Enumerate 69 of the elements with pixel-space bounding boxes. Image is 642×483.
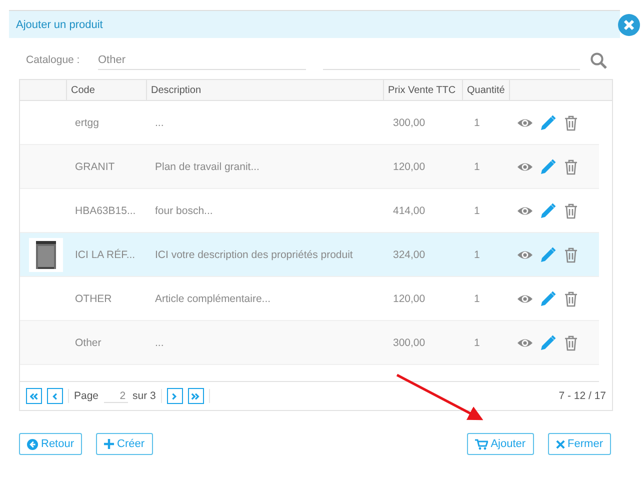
dialog-title: Ajouter un produit — [16, 18, 103, 30]
price-cell-text: 300,00 — [392, 336, 426, 348]
pencil-icon[interactable] — [540, 290, 556, 306]
double-chevron-left-icon — [30, 392, 38, 400]
quantity-cell-text: 1 — [473, 204, 481, 216]
double-chevron-right-icon — [191, 392, 200, 400]
pencil-icon[interactable] — [540, 334, 556, 350]
code-cell-text: Other — [74, 336, 102, 348]
page-input[interactable]: 2 — [104, 390, 128, 402]
next-page-button[interactable] — [166, 388, 183, 404]
chevron-right-icon — [170, 392, 180, 400]
pencil-icon[interactable] — [540, 158, 556, 174]
column-header: Quantité — [462, 80, 509, 100]
code-cell-text: GRANIT — [74, 160, 116, 172]
quantity-cell-text: 1 — [473, 292, 481, 304]
quantity-cell-text: 1 — [473, 336, 481, 348]
code-cell-text: HBA63B15... — [74, 204, 137, 216]
page-label: Page — [74, 390, 99, 402]
page-count: sur 3 — [132, 390, 156, 402]
price-cell-text: 120,00 — [392, 160, 426, 172]
price-cell-text: 120,00 — [392, 292, 426, 304]
column-header: Description — [146, 80, 383, 100]
trash-icon[interactable] — [563, 290, 579, 306]
quantity-cell-text: 1 — [473, 248, 481, 260]
pencil-icon[interactable] — [540, 114, 556, 130]
back-arrow-icon — [27, 438, 38, 450]
table-row[interactable]: GRANIT Plan de travail granit... 120,00 1 — [20, 145, 599, 189]
chevron-left-icon — [50, 392, 60, 400]
trash-icon[interactable] — [563, 202, 579, 218]
close-button[interactable] — [618, 14, 640, 36]
column-header: Code — [66, 80, 146, 100]
catalogue-label: Catalogue : — [26, 54, 81, 66]
previous-page-button[interactable] — [47, 388, 63, 404]
description-cell-text: four bosch... — [154, 204, 214, 216]
description-cell-text: ... — [154, 336, 165, 348]
trash-icon[interactable] — [563, 114, 579, 130]
catalogue-field[interactable]: Other — [98, 50, 306, 70]
trash-icon[interactable] — [563, 334, 579, 350]
price-cell-text: 414,00 — [392, 204, 426, 216]
pencil-icon[interactable] — [540, 246, 556, 262]
create-button[interactable]: Créer — [96, 433, 153, 455]
cart-icon — [474, 438, 488, 450]
code-cell-text: ertgg — [74, 116, 100, 128]
description-cell-text: ... — [154, 116, 165, 128]
quantity-cell-text: 1 — [473, 116, 481, 128]
code-cell-text: OTHER — [74, 292, 113, 304]
table-row[interactable]: ICI LA RÉF... ICI votre description des propriétés produit 324,00 1 — [20, 233, 599, 277]
price-cell-text: 300,00 — [392, 116, 426, 128]
first-page-button[interactable] — [26, 388, 42, 404]
description-cell-text: Article complémentaire... — [154, 292, 272, 304]
close-icon — [623, 19, 635, 31]
price-cell-text: 324,00 — [392, 248, 426, 260]
description-cell-text: Plan de travail granit... — [154, 160, 260, 172]
record-range: 7 - 12 / 17 — [558, 390, 606, 402]
close-icon — [556, 440, 565, 448]
add-button[interactable]: Ajouter — [466, 433, 534, 455]
search-icon[interactable] — [590, 52, 607, 68]
last-page-button[interactable] — [188, 388, 204, 404]
back-button[interactable]: Retour — [19, 433, 82, 455]
column-header: Prix Vente TTC — [383, 80, 462, 100]
close-button[interactable]: Fermer — [548, 433, 611, 455]
description-cell-text: ICI votre description des propriétés produit — [154, 248, 354, 260]
quantity-cell-text: 1 — [473, 160, 481, 172]
table-row[interactable]: Other ... 300,00 1 — [20, 321, 599, 365]
plus-icon — [104, 439, 114, 449]
pencil-icon[interactable] — [540, 202, 556, 218]
code-cell-text: ICI LA RÉF... — [74, 248, 136, 260]
trash-icon[interactable] — [563, 158, 579, 174]
trash-icon[interactable] — [563, 246, 579, 262]
